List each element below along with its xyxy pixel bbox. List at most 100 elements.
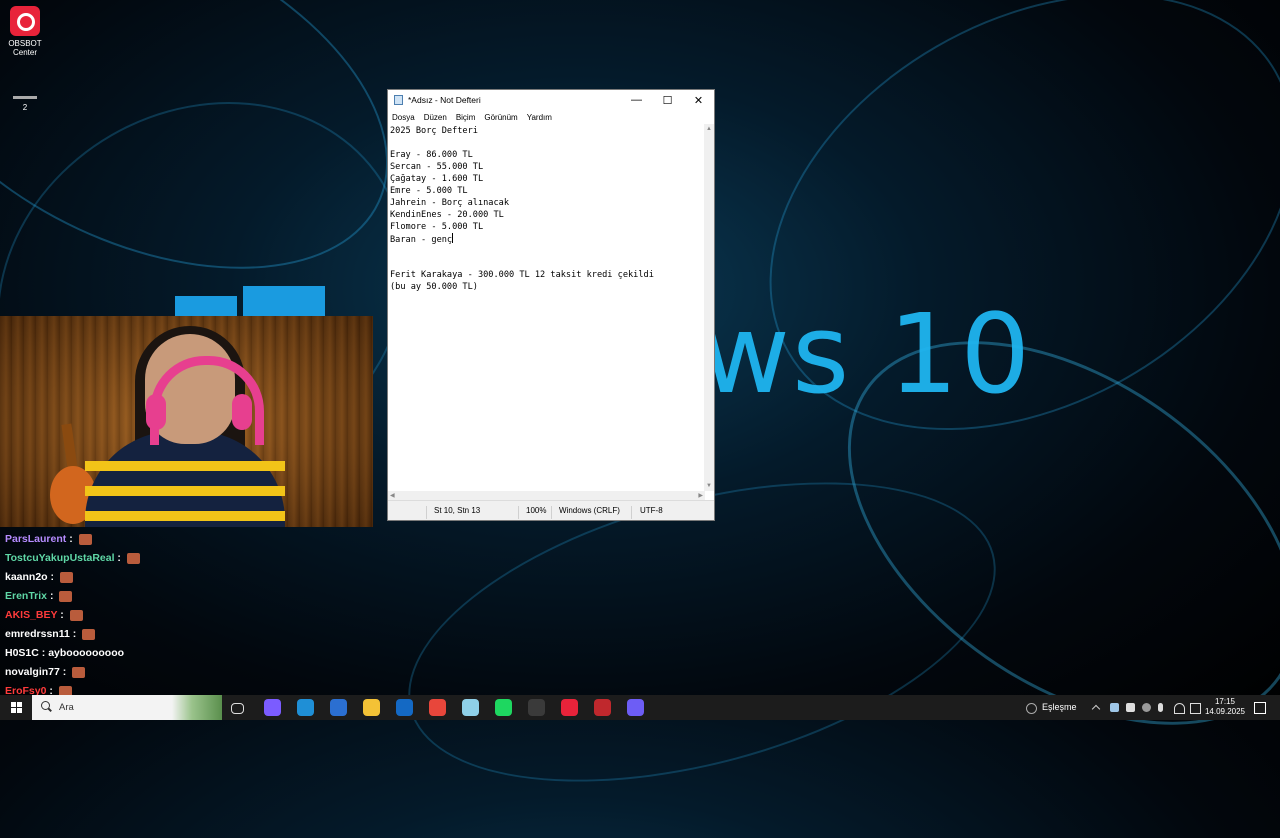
- desktop-icon-2[interactable]: 2: [4, 96, 46, 112]
- copilot-icon[interactable]: [264, 699, 281, 716]
- maximize-button[interactable]: ☐: [652, 90, 683, 110]
- notepad-icon[interactable]: [462, 699, 479, 716]
- chevron-up-icon[interactable]: [1091, 704, 1101, 714]
- file-explorer-icon[interactable]: [363, 699, 380, 716]
- menu-yardim[interactable]: Yardım: [527, 113, 552, 122]
- tray-app-icon[interactable]: [1142, 703, 1151, 712]
- desktop-icon-obsbot-center[interactable]: OBSBOT Center: [4, 6, 46, 57]
- chat-message: H0S1C : aybooooooooo: [5, 645, 375, 664]
- menu-bicim[interactable]: Biçim: [456, 113, 476, 122]
- voicemeeter-icon[interactable]: [594, 699, 611, 716]
- clock-date: 14.09.2025: [1204, 707, 1246, 716]
- text-line: 2025 Borç Defteri: [390, 126, 478, 136]
- taskbar-search[interactable]: Ara: [32, 695, 222, 720]
- chat-emote-icon: [78, 533, 92, 545]
- chat-emote-icon: [126, 552, 140, 564]
- chat-message: emredrssn11 :: [5, 626, 375, 645]
- tray-app-icon[interactable]: [1126, 703, 1135, 712]
- chat-emote-icon: [72, 666, 86, 678]
- menu-bar: Dosya Düzen Biçim Görünüm Yardım: [388, 110, 714, 124]
- line-ending: Windows (CRLF): [559, 506, 620, 515]
- status-bar: St 10, Stn 13 100% Windows (CRLF) UTF-8: [388, 500, 714, 520]
- chat-separator: :: [66, 533, 76, 545]
- text-caret: [452, 233, 454, 243]
- text-editor[interactable]: 2025 Borç Defteri Eray - 86.000 TL Sercan …: [388, 124, 705, 491]
- chat-separator: :: [47, 571, 57, 583]
- task-view-icon[interactable]: [231, 703, 244, 714]
- notification-icon[interactable]: [1254, 702, 1266, 714]
- menu-dosya[interactable]: Dosya: [392, 113, 415, 122]
- chat-username[interactable]: novalgin77: [5, 666, 60, 678]
- chat-username[interactable]: kaann2o: [5, 571, 48, 583]
- window-title: *Adsız - Not Defteri: [408, 95, 481, 105]
- notepad-titlebar[interactable]: *Adsız - Not Defteri — ☐ ✕: [388, 90, 714, 110]
- chat-message: novalgin77 :: [5, 664, 375, 683]
- chat-message: kaann2o :: [5, 569, 375, 588]
- chat-username[interactable]: ParsLaurent: [5, 533, 66, 545]
- wallpaper-streak: [691, 0, 1280, 520]
- edge-icon[interactable]: [297, 699, 314, 716]
- menu-gorunum[interactable]: Görünüm: [484, 113, 517, 122]
- wallpaper-windows10-text: ws 10: [700, 290, 1033, 418]
- chat-username[interactable]: emredrssn11: [5, 628, 70, 640]
- minimize-button[interactable]: —: [621, 90, 652, 110]
- stream-chat: ParsLaurent : TostcuYakupUstaReal : kaan…: [5, 531, 375, 702]
- start-button[interactable]: [0, 695, 32, 720]
- tray-label[interactable]: Eşleşme: [1042, 695, 1077, 720]
- obsbot-icon[interactable]: [561, 699, 578, 716]
- chat-separator: :: [114, 552, 124, 564]
- notepad-icon: [394, 95, 403, 105]
- search-highlight-image: [172, 695, 222, 720]
- chat-message: TostcuYakupUstaReal :: [5, 550, 375, 569]
- spotify-icon[interactable]: [495, 699, 512, 716]
- outlook-icon[interactable]: [396, 699, 413, 716]
- chat-separator: :: [59, 666, 70, 678]
- folder-icon: [13, 96, 37, 99]
- scroll-left-icon[interactable]: ◀: [390, 492, 395, 499]
- chat-emote-icon: [82, 628, 96, 640]
- chat-text: aybooooooooo: [48, 647, 125, 659]
- search-input[interactable]: Ara: [59, 702, 74, 713]
- store-icon[interactable]: [330, 699, 347, 716]
- text-line: (bu ay 50.000 TL): [390, 282, 478, 292]
- chat-message: ErenTrix :: [5, 588, 375, 607]
- desktop-icon-label: Center: [12, 48, 37, 57]
- notepad-window[interactable]: *Adsız - Not Defteri — ☐ ✕ Dosya Düzen B…: [387, 89, 715, 521]
- chat-username[interactable]: AKIS_BEY: [5, 609, 57, 621]
- chat-username[interactable]: ErenTrix: [5, 590, 47, 602]
- vertical-scrollbar[interactable]: ▲ ▼: [704, 124, 714, 491]
- text-line: [390, 257, 703, 269]
- taskbar-clock[interactable]: 17:15 14.09.2025: [1200, 697, 1250, 717]
- chat-username[interactable]: H0S1C: [5, 647, 39, 659]
- chat-separator: :: [57, 609, 67, 621]
- chat-separator: :: [38, 647, 49, 659]
- windows-logo-wallpaper: [175, 278, 385, 318]
- text-line: KendinEnes - 20.000 TL: [390, 210, 504, 220]
- desktop-icon-label: 2: [22, 103, 28, 112]
- network-icon[interactable]: [1174, 703, 1185, 714]
- menu-duzen[interactable]: Düzen: [424, 113, 447, 122]
- text-line: [390, 137, 703, 149]
- chat-username[interactable]: TostcuYakupUstaReal: [5, 552, 115, 564]
- bluetooth-icon[interactable]: [1026, 703, 1037, 714]
- discord-icon[interactable]: [627, 699, 644, 716]
- chat-emote-icon: [59, 590, 73, 602]
- text-line: Emre - 5.000 TL: [390, 186, 468, 196]
- text-line: Flomore - 5.000 TL: [390, 222, 484, 232]
- taskbar: Ara Eşleşme 17:15 14.09.2025: [0, 695, 1280, 720]
- search-icon: [41, 701, 50, 710]
- chat-separator: :: [69, 628, 80, 640]
- chrome-icon[interactable]: [429, 699, 446, 716]
- scroll-right-icon[interactable]: ▶: [698, 492, 703, 499]
- close-button[interactable]: ✕: [683, 90, 714, 110]
- desktop-icon-label: OBSBOT: [8, 39, 42, 48]
- scroll-down-icon[interactable]: ▼: [706, 483, 712, 489]
- clock-app-icon[interactable]: [528, 699, 545, 716]
- text-line: Sercan - 55.000 TL: [390, 162, 484, 172]
- scroll-up-icon[interactable]: ▲: [706, 126, 712, 132]
- text-line: Baran - genç: [390, 233, 454, 245]
- cursor-position: St 10, Stn 13: [434, 506, 481, 515]
- microphone-icon[interactable]: [1158, 703, 1163, 712]
- tray-app-icon[interactable]: [1110, 703, 1119, 712]
- text-line: Jahrein - Borç alınacak: [390, 198, 509, 208]
